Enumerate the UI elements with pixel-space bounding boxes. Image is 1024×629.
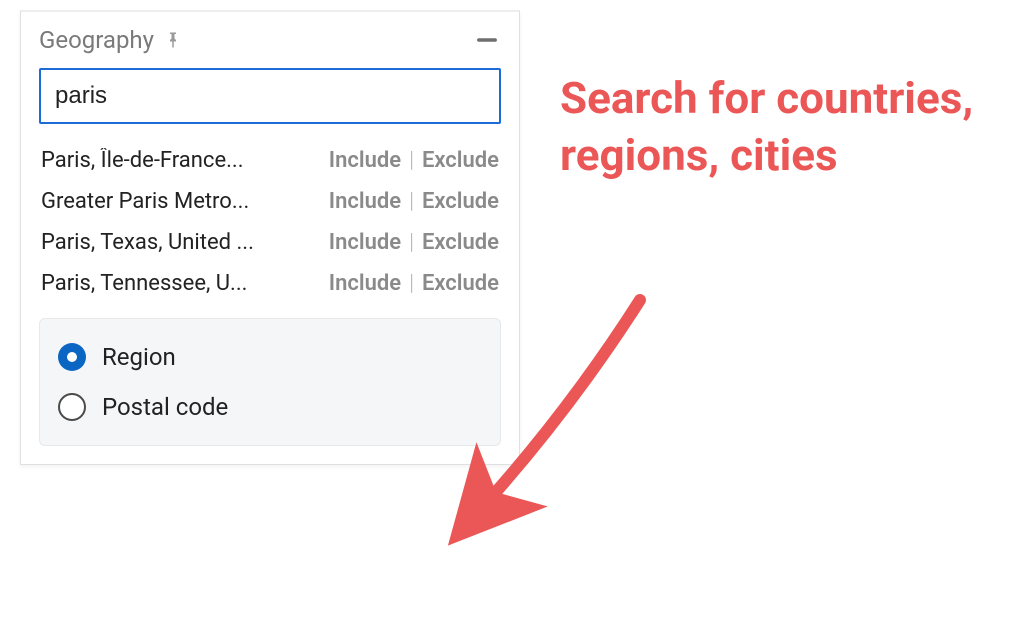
exclude-button[interactable]: Exclude <box>422 189 499 214</box>
exclude-button[interactable]: Exclude <box>422 230 499 255</box>
action-divider: | <box>409 148 414 173</box>
exclude-button[interactable]: Exclude <box>422 148 499 173</box>
radio-label: Postal code <box>102 393 228 421</box>
search-result-item[interactable]: Paris, Tennessee, U... Include | Exclude <box>39 263 501 304</box>
include-button[interactable]: Include <box>329 271 401 296</box>
panel-title: Geography <box>39 26 154 54</box>
result-actions: Include | Exclude <box>329 148 499 173</box>
action-divider: | <box>409 230 414 255</box>
action-divider: | <box>409 271 414 296</box>
result-actions: Include | Exclude <box>329 189 499 214</box>
result-actions: Include | Exclude <box>329 271 499 296</box>
result-label: Paris, Île-de-France... <box>41 148 319 173</box>
search-results: Paris, Île-de-France... Include | Exclud… <box>39 140 501 304</box>
panel-header: Geography <box>39 26 501 54</box>
result-actions: Include | Exclude <box>329 230 499 255</box>
search-result-item[interactable]: Greater Paris Metro... Include | Exclude <box>39 181 501 222</box>
result-label: Paris, Texas, United ... <box>41 230 319 255</box>
pin-icon[interactable] <box>164 31 182 49</box>
geography-filter-panel: Geography Paris, Île-de-France... Includ… <box>20 10 520 465</box>
region-radio-row[interactable]: Region <box>58 335 482 379</box>
include-button[interactable]: Include <box>329 148 401 173</box>
geography-mode-box: Region Postal code <box>39 318 501 446</box>
action-divider: | <box>409 189 414 214</box>
radio-unselected-icon <box>58 393 86 421</box>
collapse-icon[interactable] <box>473 26 501 54</box>
geography-search-input[interactable] <box>39 68 501 124</box>
include-button[interactable]: Include <box>329 189 401 214</box>
radio-selected-icon <box>58 343 86 371</box>
search-result-item[interactable]: Paris, Texas, United ... Include | Exclu… <box>39 222 501 263</box>
result-label: Paris, Tennessee, U... <box>41 271 319 296</box>
search-result-item[interactable]: Paris, Île-de-France... Include | Exclud… <box>39 140 501 181</box>
result-label: Greater Paris Metro... <box>41 189 319 214</box>
radio-label: Region <box>102 343 176 371</box>
exclude-button[interactable]: Exclude <box>422 271 499 296</box>
include-button[interactable]: Include <box>329 230 401 255</box>
annotation-text: Search for countries, regions, cities <box>560 70 1000 184</box>
postal-code-radio-row[interactable]: Postal code <box>58 385 482 429</box>
